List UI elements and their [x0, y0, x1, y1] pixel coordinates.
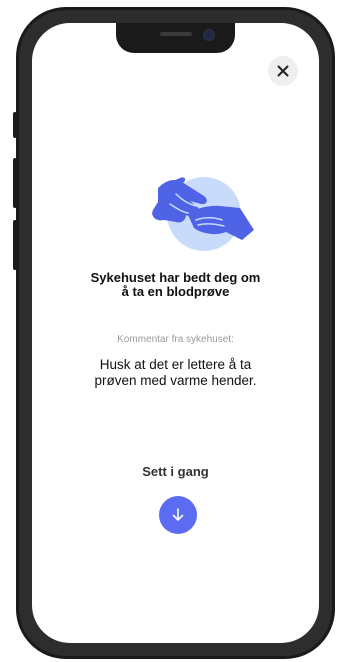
page-title: Sykehuset har bedt deg om å ta en blodpr…	[72, 271, 279, 299]
page-title-line2: å ta en blodprøve	[121, 284, 230, 299]
speaker-grille	[160, 32, 192, 36]
start-label: Sett i gang	[142, 464, 209, 479]
hospital-comment: Husk at det er lettere å ta prøven med v…	[72, 357, 279, 389]
page-title-line1: Sykehuset har bedt deg om	[90, 270, 261, 285]
hospital-comment-line1: Husk at det er lettere å ta	[99, 357, 252, 372]
phone-screen: Sykehuset har bedt deg om å ta en blodpr…	[32, 23, 319, 643]
arrow-down-icon	[172, 508, 184, 521]
phone-notch	[116, 23, 235, 53]
front-camera	[203, 29, 215, 41]
hands-illustration	[152, 177, 254, 251]
close-icon	[277, 65, 289, 77]
close-button[interactable]	[268, 56, 298, 86]
phone-frame: Sykehuset har bedt deg om å ta en blodpr…	[16, 7, 335, 659]
comment-label: Kommentar fra sykehuset:	[117, 334, 234, 345]
hospital-comment-line2: prøven med varme hender.	[94, 373, 257, 388]
start-button[interactable]	[159, 496, 197, 534]
